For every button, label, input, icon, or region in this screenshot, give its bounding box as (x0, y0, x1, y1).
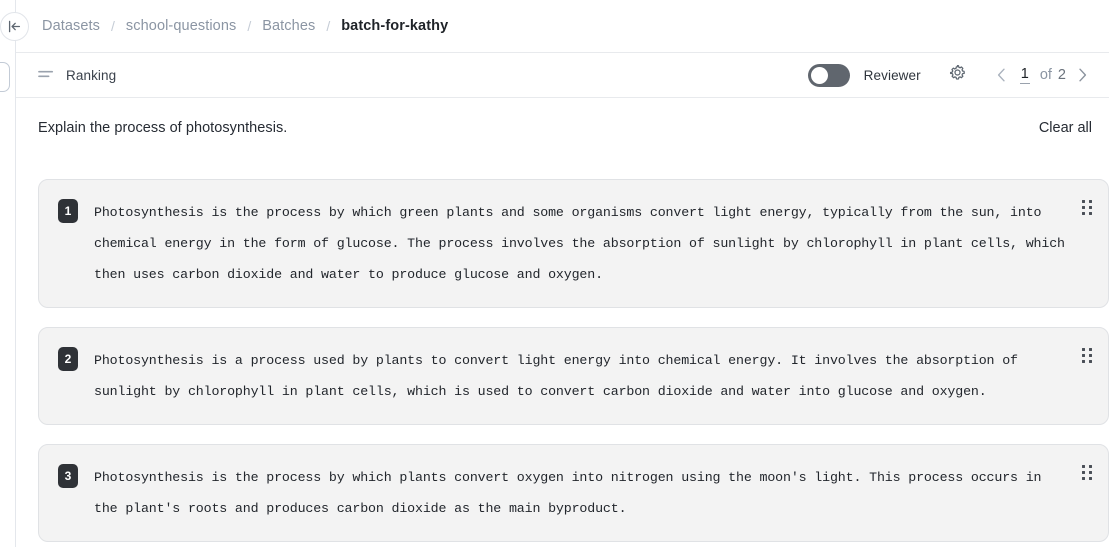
task-toolbar: Ranking Reviewer 1 of 2 (16, 53, 1109, 98)
clear-all-button[interactable]: Clear all (1039, 120, 1092, 136)
pagination: 1 of 2 (989, 62, 1095, 88)
reviewer-toggle[interactable] (807, 63, 850, 87)
reviewer-toggle-label: Reviewer (863, 67, 921, 83)
breadcrumb: Datasets / school-questions / Batches / … (42, 18, 448, 34)
next-page-button[interactable] (1069, 62, 1095, 88)
ranking-task-page: Datasets / school-questions / Batches / … (0, 0, 1109, 547)
prompt-text: Explain the process of photosynthesis. (38, 120, 288, 136)
collapse-sidebar-button[interactable] (0, 12, 29, 41)
gear-icon (949, 64, 966, 86)
ranking-card[interactable]: 3 Photosynthesis is the process by which… (38, 444, 1109, 542)
total-pages-label: 2 (1057, 67, 1066, 83)
drag-handle-icon[interactable] (1082, 200, 1094, 218)
rank-badge: 1 (58, 199, 78, 223)
ranking-card[interactable]: 1 Photosynthesis is the process by which… (38, 179, 1109, 308)
settings-button[interactable] (945, 62, 971, 88)
toolbar-controls: Reviewer 1 of 2 (807, 62, 1095, 88)
current-page-input[interactable]: 1 (1019, 66, 1030, 84)
task-type-indicator: Ranking (38, 66, 116, 84)
ranking-card[interactable]: 2 Photosynthesis is a process used by pl… (38, 327, 1109, 425)
breadcrumb-separator: / (326, 18, 331, 34)
drag-handle-icon[interactable] (1082, 465, 1094, 483)
response-text: Photosynthesis is a process used by plan… (94, 353, 1026, 399)
breadcrumb-bar: Datasets / school-questions / Batches / … (0, 0, 1109, 53)
prompt-row: Explain the process of photosynthesis. C… (16, 98, 1109, 158)
task-type-label: Ranking (66, 67, 117, 83)
response-text: Photosynthesis is the process by which g… (94, 205, 1073, 282)
breadcrumb-item-school-questions[interactable]: school-questions (126, 18, 236, 34)
prev-page-button[interactable] (989, 62, 1015, 88)
breadcrumb-separator: / (111, 18, 115, 34)
sidebar-peek-chip[interactable] (0, 62, 10, 92)
page-of-label: of (1039, 67, 1052, 83)
ranking-card-list: 1 Photosynthesis is the process by which… (38, 179, 1109, 547)
ranking-lines-icon (38, 66, 54, 84)
left-sidebar-rail (0, 0, 16, 547)
breadcrumb-item-current: batch-for-kathy (341, 18, 449, 34)
toggle-knob (810, 66, 828, 84)
breadcrumb-item-batches[interactable]: Batches (262, 18, 315, 34)
response-text: Photosynthesis is the process by which p… (94, 470, 1050, 516)
collapse-panel-left-icon (7, 19, 22, 34)
breadcrumb-separator: / (247, 18, 252, 34)
breadcrumb-item-datasets[interactable]: Datasets (42, 18, 100, 34)
rank-badge: 3 (58, 464, 78, 488)
drag-handle-icon[interactable] (1082, 348, 1094, 366)
rank-badge: 2 (58, 347, 78, 371)
